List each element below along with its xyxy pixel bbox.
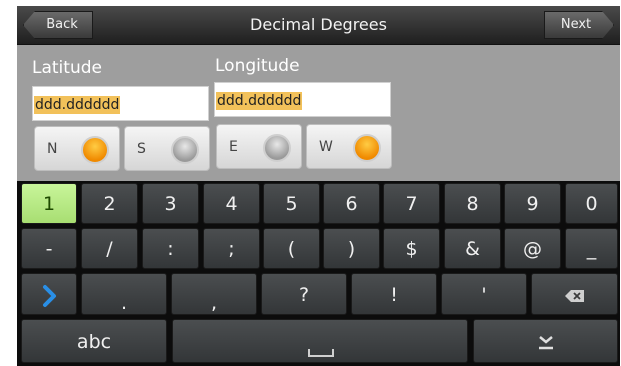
key-period-label: . (120, 292, 128, 314)
screen: Back Decimal Degrees Next Latitude ddd.d… (17, 6, 620, 366)
latitude-input[interactable]: ddd.dddddd (32, 86, 209, 121)
backspace-key[interactable] (531, 273, 618, 315)
key-4[interactable]: 4 (203, 183, 260, 224)
south-radio-icon (171, 136, 199, 164)
key-exclamation[interactable]: ! (351, 273, 437, 315)
back-button[interactable]: Back (23, 11, 93, 39)
space-key[interactable] (172, 319, 468, 363)
key-2[interactable]: 2 (81, 183, 138, 224)
backspace-icon (564, 289, 584, 302)
hide-keyboard-icon (538, 335, 553, 349)
key-3[interactable]: 3 (142, 183, 199, 224)
key-0[interactable]: 0 (565, 183, 618, 224)
key-dollar[interactable]: $ (383, 228, 440, 269)
west-option[interactable]: W (306, 124, 392, 169)
west-label: W (319, 139, 333, 155)
latitude-label: Latitude (32, 58, 102, 78)
key-comma-label: , (210, 292, 218, 314)
key-open-paren[interactable]: ( (263, 228, 320, 269)
key-hyphen[interactable]: - (21, 228, 77, 269)
page-title: Decimal Degrees (250, 15, 387, 34)
east-radio-icon (263, 134, 291, 162)
north-option[interactable]: N (34, 126, 120, 171)
abc-key[interactable]: abc (21, 319, 167, 363)
key-8[interactable]: 8 (444, 183, 501, 224)
space-bar-icon (308, 349, 334, 357)
east-label: E (229, 139, 238, 155)
north-label: N (47, 141, 58, 157)
north-radio-icon (81, 136, 109, 164)
key-period[interactable]: . (81, 273, 167, 315)
next-button[interactable]: Next (544, 11, 614, 39)
key-5[interactable]: 5 (263, 183, 320, 224)
key-ampersand[interactable]: & (444, 228, 501, 269)
header-bar: Back Decimal Degrees Next (17, 6, 620, 45)
key-close-paren[interactable]: ) (323, 228, 380, 269)
keyboard: 1 2 3 4 5 6 7 8 9 0 - / : ; ( ) $ & @ _ … (17, 181, 620, 366)
key-7[interactable]: 7 (383, 183, 440, 224)
key-9[interactable]: 9 (504, 183, 561, 224)
chevron-right-icon (43, 284, 56, 307)
latitude-value: ddd.dddddd (34, 96, 121, 114)
key-at[interactable]: @ (504, 228, 561, 269)
next-field-key[interactable] (21, 273, 77, 315)
longitude-value: ddd.dddddd (216, 92, 303, 110)
key-6[interactable]: 6 (323, 183, 380, 224)
longitude-input[interactable]: ddd.dddddd (214, 82, 391, 117)
key-underscore[interactable]: _ (565, 228, 618, 269)
key-apostrophe[interactable]: ' (441, 273, 527, 315)
south-option[interactable]: S (124, 126, 210, 171)
west-radio-icon (353, 134, 381, 162)
hide-keyboard-key[interactable] (473, 319, 618, 363)
key-colon[interactable]: : (142, 228, 199, 269)
longitude-label: Longitude (215, 56, 300, 76)
key-comma[interactable]: , (171, 273, 257, 315)
east-option[interactable]: E (216, 124, 302, 169)
key-semicolon[interactable]: ; (203, 228, 260, 269)
south-label: S (137, 141, 146, 157)
key-slash[interactable]: / (81, 228, 138, 269)
key-question[interactable]: ? (261, 273, 347, 315)
key-1[interactable]: 1 (21, 183, 77, 224)
